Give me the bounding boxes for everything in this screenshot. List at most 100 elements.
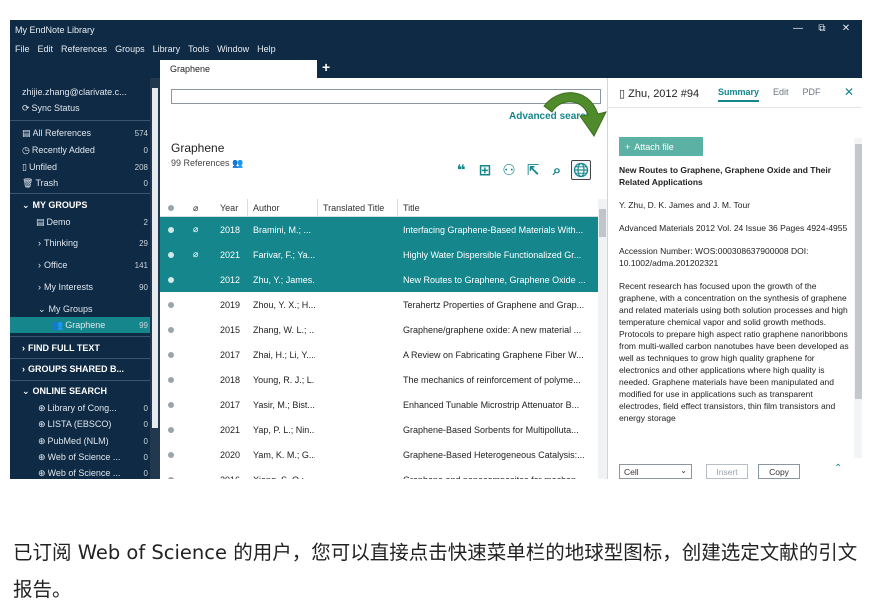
chevron-down-icon: ⌄ xyxy=(680,466,687,475)
cell-title: The mechanics of reinforcement of polyme… xyxy=(403,374,581,385)
table-row[interactable]: 2012 Zhu, Y.; James... New Routes to Graph… xyxy=(160,267,598,292)
read-status-column[interactable] xyxy=(168,199,180,217)
table-row[interactable]: 2019 Zhou, Y. X.; H... Terahertz Propertie… xyxy=(160,292,598,317)
menu-help[interactable]: Help xyxy=(257,44,276,54)
column-author[interactable]: Author xyxy=(253,199,315,217)
sidebar-item-recently-added[interactable]: ◷ Recently Added 0 xyxy=(22,142,150,158)
column-divider xyxy=(317,199,318,217)
reference-abstract: Recent research has focused upon the gro… xyxy=(619,281,849,423)
sync-status[interactable]: ⟳ Sync Status xyxy=(22,100,148,116)
groups-shared-header[interactable]: › GROUPS SHARED B... xyxy=(22,361,148,377)
cell-author: Zhang, W. L.; ... xyxy=(253,324,315,335)
scrollbar-thumb[interactable] xyxy=(599,209,606,237)
globe-icon: ⊕ xyxy=(38,435,46,446)
tab-graphene[interactable]: Graphene xyxy=(160,60,317,78)
sidebar-item-trash[interactable]: 🗑 Trash 0 xyxy=(22,175,150,191)
new-reference-icon[interactable]: ⊞ xyxy=(475,160,495,180)
divider xyxy=(10,336,150,337)
paperclip-icon[interactable]: ⌀ xyxy=(193,199,205,217)
globe-icon: ⊕ xyxy=(38,402,46,413)
sidebar-group-graphene[interactable]: 👥 Graphene 99 xyxy=(10,317,150,333)
sidebar-group-office[interactable]: › Office 141 xyxy=(38,257,150,273)
column-divider xyxy=(247,199,248,217)
online-web-of-science-1[interactable]: ⊕ Web of Science ... 0 xyxy=(38,449,150,465)
chevron-up-icon[interactable]: ⌃ xyxy=(834,463,842,474)
menu-file[interactable]: File xyxy=(15,44,30,54)
column-title[interactable]: Title xyxy=(403,199,593,217)
insert-button[interactable]: Insert xyxy=(706,464,748,479)
account-label[interactable]: zhijie.zhang@clarivate.c... xyxy=(22,84,148,100)
cell-translated-title xyxy=(323,392,393,417)
globe-icon: ⊕ xyxy=(38,467,46,478)
cell-title: Highly Water Dispersible Functionalized … xyxy=(403,249,582,260)
online-search-header[interactable]: ⌄ ONLINE SEARCH xyxy=(22,383,148,399)
scrollbar-thumb[interactable] xyxy=(855,144,862,399)
cell-year: 2020 xyxy=(220,449,241,460)
table-row[interactable]: ⌀ 2021 Farivar, F.; Ya... Highly Water Disp… xyxy=(160,242,598,267)
title-bar: My EndNote Library — ⧉ ✕ xyxy=(10,20,862,40)
menu-window[interactable]: Window xyxy=(217,44,249,54)
read-status-dot xyxy=(168,217,180,242)
sidebar: zhijie.zhang@clarivate.c... ⟳ Sync Status… xyxy=(10,78,160,479)
tab-edit[interactable]: Edit xyxy=(773,87,789,102)
table-header: ⌀ Year Author Translated Title Title xyxy=(160,199,598,217)
restore-button[interactable]: ⧉ xyxy=(810,23,834,34)
reference-journal: Advanced Materials 2012 Vol. 24 Issue 36… xyxy=(619,223,848,233)
sidebar-scrollbar[interactable] xyxy=(150,78,160,479)
online-lista[interactable]: ⊕ LISTA (EBSCO) 0 xyxy=(38,416,150,432)
table-row[interactable]: 2017 Zhai, H.; Li, Y.... A Review on Fabri… xyxy=(160,342,598,367)
minimize-button[interactable]: — xyxy=(786,23,810,34)
table-scrollbar[interactable] xyxy=(598,199,607,479)
column-divider xyxy=(397,199,398,217)
tab-summary[interactable]: Summary xyxy=(718,87,760,102)
tab-pdf[interactable]: PDF xyxy=(803,87,821,102)
attach-file-button[interactable]: + Attach file xyxy=(619,137,703,156)
cell-translated-title xyxy=(323,342,393,367)
cell-translated-title xyxy=(323,217,393,242)
read-status-dot xyxy=(168,392,180,417)
close-window-button[interactable]: ✕ xyxy=(834,23,858,34)
cell-title: Graphene and nanocomposites for mechan..… xyxy=(403,467,593,480)
my-groups-header[interactable]: ⌄ MY GROUPS xyxy=(22,197,148,213)
table-row[interactable]: 2018 Young, R. J.; L... The mechanics of r… xyxy=(160,367,598,392)
menu-groups[interactable]: Groups xyxy=(115,44,145,54)
table-row[interactable]: 2015 Zhang, W. L.; ... Graphene/graphene o… xyxy=(160,317,598,342)
menu-edit[interactable]: Edit xyxy=(38,44,54,54)
column-year[interactable]: Year xyxy=(220,199,248,217)
find-full-text-header[interactable]: › FIND FULL TEXT xyxy=(22,340,148,356)
cell-title: Enhanced Tunable Microstrip Attenuator B… xyxy=(403,399,580,410)
table-row[interactable]: 2017 Yasir, M.; Bist... Enhanced Tunable M… xyxy=(160,392,598,417)
add-tab-button[interactable]: + xyxy=(322,59,330,75)
menu-library[interactable]: Library xyxy=(153,44,181,54)
sidebar-group-thinking[interactable]: › Thinking 29 xyxy=(38,235,150,251)
copy-button[interactable]: Copy xyxy=(758,464,800,479)
sidebar-group-my-groups[interactable]: ⌄ My Groups xyxy=(38,301,150,317)
table-row[interactable]: 2020 Yam, K. M.; G... Graphene-Based Heter… xyxy=(160,442,598,467)
menu-tools[interactable]: Tools xyxy=(188,44,209,54)
reference-summary: New Routes to Graphene, Graphene Oxide a… xyxy=(619,164,849,435)
close-icon[interactable]: ✕ xyxy=(844,85,854,99)
table-row[interactable]: 2016 Xiong, S. Q.; ... Graphene and nanoco… xyxy=(160,467,598,479)
column-translated-title[interactable]: Translated Title xyxy=(323,199,393,217)
insert-citation-icon[interactable]: ❝ xyxy=(451,160,471,180)
online-web-of-science-2[interactable]: ⊕ Web of Science ... 0 xyxy=(38,465,150,479)
share-group-icon[interactable]: ⚇ xyxy=(499,160,519,180)
sidebar-item-all-references[interactable]: ▤ All References 574 xyxy=(22,125,150,141)
group-title: Graphene xyxy=(171,141,225,155)
cell-year: 2017 xyxy=(220,349,241,360)
sidebar-group-my-interests[interactable]: › My Interests 90 xyxy=(38,279,150,295)
caption-text: 已订阅 Web of Science 的用户，您可以直接点击快速菜单栏的地球型图… xyxy=(13,541,858,601)
scrollbar-thumb[interactable] xyxy=(152,88,158,428)
reference-count: 99 References 👥 xyxy=(171,158,244,168)
sidebar-item-unfiled[interactable]: ▯ Unfiled 208 xyxy=(22,159,150,175)
table-row[interactable]: 2021 Yap, P. L.; Nin... Graphene-Based Sor… xyxy=(160,417,598,442)
detail-scrollbar[interactable] xyxy=(854,138,862,458)
attachment-cell xyxy=(193,267,205,292)
menu-references[interactable]: References xyxy=(61,44,107,54)
online-library-of-congress[interactable]: ⊕ Library of Cong... 0 xyxy=(38,400,150,416)
online-pubmed[interactable]: ⊕ PubMed (NLM) 0 xyxy=(38,433,150,449)
sidebar-group-demo[interactable]: ▤ Demo 2 xyxy=(36,214,150,230)
cell-translated-title xyxy=(323,467,393,479)
table-row[interactable]: ⌀ 2018 Bramini, M.; ... Interfacing Graphen… xyxy=(160,217,598,242)
cell-select[interactable]: Cell ⌄ xyxy=(619,464,692,479)
